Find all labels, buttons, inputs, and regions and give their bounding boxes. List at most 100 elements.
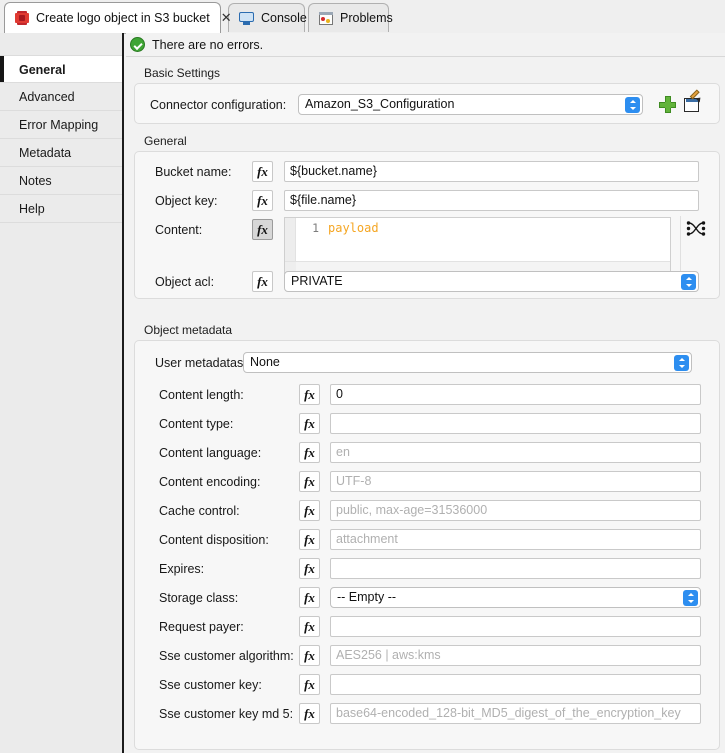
connector-configuration-value: Amazon_S3_Configuration <box>305 97 454 111</box>
editor-code-text[interactable]: payload <box>328 221 379 235</box>
sidebar-item-help[interactable]: Help <box>0 195 122 223</box>
metadata-field-input[interactable] <box>330 616 701 637</box>
bucket-name-fx-button[interactable]: fx <box>252 161 273 182</box>
tab-console[interactable]: Console <box>228 3 305 32</box>
metadata-field-fx-button[interactable]: fx <box>299 558 320 579</box>
metadata-field-input[interactable] <box>330 674 701 695</box>
sidebar-item-label: Metadata <box>19 146 71 160</box>
chevron-updown-icon[interactable] <box>681 274 696 290</box>
basic-settings-group: Basic Settings Connector configuration: … <box>134 66 720 124</box>
object-key-fx-button[interactable]: fx <box>252 190 273 211</box>
shuffle-svg <box>685 219 707 239</box>
chevron-updown-icon[interactable] <box>625 97 640 113</box>
tab-problems[interactable]: Problems <box>308 3 389 32</box>
metadata-field-row: Sse customer algorithm:fxAES256 | aws:km… <box>159 645 701 666</box>
metadata-field-fx-button[interactable]: fx <box>299 384 320 405</box>
mule-cube-icon <box>15 11 29 25</box>
metadata-field-label: Storage class: <box>159 591 299 605</box>
connector-configuration-row: Connector configuration: Amazon_S3_Confi… <box>150 94 701 115</box>
metadata-field-fx-button[interactable]: fx <box>299 500 320 521</box>
metadata-field-input[interactable]: attachment <box>330 529 701 550</box>
metadata-field-fx-button[interactable]: fx <box>299 674 320 695</box>
basic-settings-body: Connector configuration: Amazon_S3_Confi… <box>134 83 720 124</box>
sidebar-item-label: Advanced <box>19 90 75 104</box>
bucket-name-label: Bucket name: <box>155 165 252 179</box>
metadata-field-label: Expires: <box>159 562 299 576</box>
metadata-field-value: -- Empty -- <box>337 590 396 604</box>
metadata-field-fx-button[interactable]: fx <box>299 645 320 666</box>
tab-label: Create logo object in S3 bucket <box>36 11 210 25</box>
metadata-field-row: Sse customer key md 5:fx base64-encoded_1… <box>159 703 701 724</box>
tab-close-icon[interactable]: ✕ <box>221 12 232 25</box>
chevron-updown-icon[interactable] <box>683 590 698 606</box>
metadata-field-input[interactable] <box>330 413 701 434</box>
metadata-field-fx-button[interactable]: fx <box>299 616 320 637</box>
sidebar-item-advanced[interactable]: Advanced <box>0 83 122 111</box>
object-acl-label: Object acl: <box>155 275 252 289</box>
metadata-field-fx-button[interactable]: fx <box>299 413 320 434</box>
metadata-field-label: Request payer: <box>159 620 299 634</box>
object-metadata-group: Object metadata User metadatas None Cont… <box>134 323 720 750</box>
general-group-title: General <box>134 134 720 148</box>
ok-check-icon <box>130 37 145 52</box>
sidebar-item-error-mapping[interactable]: Error Mapping <box>0 111 122 139</box>
metadata-field-row: Expires:fx <box>159 558 701 579</box>
metadata-field-fx-button[interactable]: fx <box>299 471 320 492</box>
properties-content-panel: There are no errors. Basic Settings Conn… <box>126 33 725 753</box>
metadata-field-input[interactable]: base64-encoded_128-bit_MD5_digest_of_the… <box>330 703 701 724</box>
status-message: There are no errors. <box>152 38 263 52</box>
object-key-row: Object key: fx ${file.name} <box>155 190 699 211</box>
metadata-field-row: Request payer:fx <box>159 616 701 637</box>
metadata-field-label: Content type: <box>159 417 299 431</box>
metadata-field-fx-button[interactable]: fx <box>299 442 320 463</box>
object-metadata-body: User metadatas None Content length:fx0Co… <box>134 340 720 750</box>
metadata-field-label: Sse customer key md 5: <box>159 707 299 721</box>
metadata-field-input[interactable]: 0 <box>330 384 701 405</box>
tab-create-logo-object[interactable]: Create logo object in S3 bucket ✕ <box>4 2 221 33</box>
console-monitor-icon <box>239 12 254 25</box>
sidebar-item-label: Error Mapping <box>19 118 98 132</box>
metadata-field-fx-button[interactable]: fx <box>299 703 320 724</box>
chevron-updown-icon[interactable] <box>674 355 689 371</box>
user-metadatas-value: None <box>250 355 280 369</box>
edit-config-icon[interactable] <box>684 97 701 113</box>
metadata-field-input[interactable]: AES256 | aws:kms <box>330 645 701 666</box>
metadata-field-fx-button[interactable]: fx <box>299 587 320 608</box>
metadata-field-input[interactable]: public, max-age=31536000 <box>330 500 701 521</box>
sidebar-item-metadata[interactable]: Metadata <box>0 139 122 167</box>
bucket-name-input[interactable]: ${bucket.name} <box>284 161 699 182</box>
sidebar-item-label: General <box>19 63 66 77</box>
metadata-field-select[interactable]: -- Empty -- <box>330 587 701 608</box>
content-fx-button[interactable]: fx <box>252 219 273 240</box>
metadata-field-row: Content language:fxen <box>159 442 701 463</box>
metadata-field-fx-button[interactable]: fx <box>299 529 320 550</box>
content-label: Content: <box>155 223 252 237</box>
general-group: General Bucket name: fx ${bucket.name} O… <box>134 134 720 299</box>
content-code-editor[interactable]: 1 payload <box>284 217 671 274</box>
sidebar-item-label: Notes <box>19 174 52 188</box>
shuffle-transform-icon[interactable] <box>685 219 707 239</box>
eclipse-properties-window: Create logo object in S3 bucket ✕ Consol… <box>0 0 725 753</box>
metadata-field-input[interactable]: UTF-8 <box>330 471 701 492</box>
metadata-field-label: Sse customer key: <box>159 678 299 692</box>
tab-label: Problems <box>340 11 393 25</box>
object-metadata-title: Object metadata <box>134 323 720 337</box>
metadata-field-row: Storage class:fx -- Empty -- <box>159 587 701 608</box>
sidebar-item-general[interactable]: General <box>0 55 122 83</box>
metadata-field-row: Content encoding:fx UTF-8 <box>159 471 701 492</box>
object-acl-select[interactable]: PRIVATE <box>284 271 699 292</box>
metadata-field-label: Content encoding: <box>159 475 299 489</box>
user-metadatas-select[interactable]: None <box>243 352 692 373</box>
object-acl-value: PRIVATE <box>291 274 343 288</box>
general-group-body: Bucket name: fx ${bucket.name} Object ke… <box>134 151 720 299</box>
connector-configuration-select[interactable]: Amazon_S3_Configuration <box>298 94 643 115</box>
sidebar-item-notes[interactable]: Notes <box>0 167 122 195</box>
metadata-field-input[interactable]: en <box>330 442 701 463</box>
object-key-input[interactable]: ${file.name} <box>284 190 699 211</box>
plus-add-icon[interactable] <box>659 96 676 113</box>
metadata-field-label: Content disposition: <box>159 533 299 547</box>
bucket-name-row: Bucket name: fx ${bucket.name} <box>155 161 699 182</box>
object-acl-fx-button[interactable]: fx <box>252 271 273 292</box>
sidebar-item-label: Help <box>19 202 45 216</box>
metadata-field-input[interactable] <box>330 558 701 579</box>
